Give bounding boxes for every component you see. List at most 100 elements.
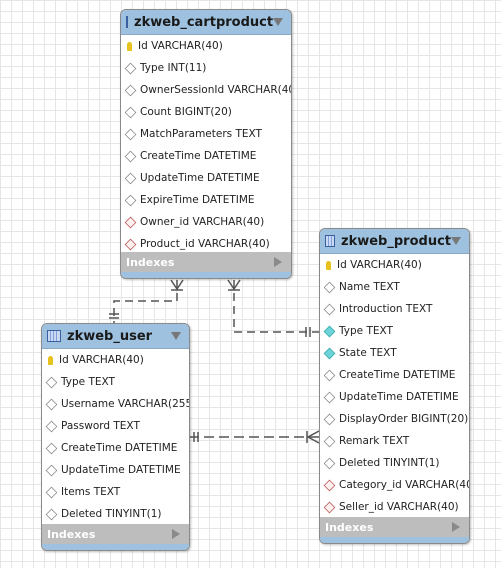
column-label: Type INT(11) xyxy=(140,62,207,74)
column-label: Id VARCHAR(40) xyxy=(138,40,223,52)
column-row[interactable]: Type TEXT xyxy=(320,320,469,342)
column-row[interactable]: Remark TEXT xyxy=(320,430,469,452)
column-icon xyxy=(323,303,336,315)
foreign-key-icon xyxy=(323,479,336,491)
column-icon xyxy=(323,391,336,403)
column-row[interactable]: State TEXT xyxy=(320,342,469,364)
column-label: Deleted TINYINT(1) xyxy=(339,457,440,469)
column-icon xyxy=(323,369,336,381)
column-label: Username VARCHAR(255) xyxy=(61,398,190,410)
column-row[interactable]: Seller_id VARCHAR(40) xyxy=(320,496,469,518)
table-icon xyxy=(126,16,128,28)
column-icon xyxy=(323,413,336,425)
column-icon xyxy=(124,150,137,162)
column-row[interactable]: Id VARCHAR(40) xyxy=(42,349,189,371)
column-row[interactable]: Items TEXT xyxy=(42,481,189,503)
column-label: Password TEXT xyxy=(61,420,140,432)
column-row[interactable]: MatchParameters TEXT xyxy=(121,123,291,145)
column-label: Remark TEXT xyxy=(339,435,410,447)
indexes-section[interactable]: Indexes xyxy=(42,524,189,544)
column-icon xyxy=(124,84,137,96)
column-label: Items TEXT xyxy=(61,486,121,498)
collapse-arrow-icon[interactable] xyxy=(273,18,284,26)
primary-key-icon xyxy=(127,41,132,51)
expand-arrow-icon[interactable] xyxy=(274,257,282,267)
column-row[interactable]: UpdateTime DATETIME xyxy=(42,459,189,481)
column-row[interactable]: Category_id VARCHAR(40) xyxy=(320,474,469,496)
column-icon xyxy=(45,398,58,410)
column-row[interactable]: Type TEXT xyxy=(42,371,189,393)
table-name: zkweb_product xyxy=(341,233,451,249)
column-label: Seller_id VARCHAR(40) xyxy=(339,501,459,513)
column-row[interactable]: OwnerSessionId VARCHAR(40) xyxy=(121,79,291,101)
column-row[interactable]: Name TEXT xyxy=(320,276,469,298)
column-row[interactable]: ExpireTime DATETIME xyxy=(121,189,291,211)
column-icon xyxy=(45,442,58,454)
column-icon xyxy=(323,435,336,447)
column-row[interactable]: Owner_id VARCHAR(40) xyxy=(121,211,291,233)
column-icon xyxy=(45,420,58,432)
column-row[interactable]: Id VARCHAR(40) xyxy=(121,35,291,57)
table-zkweb-product[interactable]: zkweb_product Id VARCHAR(40) Name TEXT I… xyxy=(319,228,470,544)
indexes-section[interactable]: Indexes xyxy=(320,517,469,537)
table-name: zkweb_user xyxy=(67,328,153,344)
collapse-arrow-icon[interactable] xyxy=(171,332,181,340)
column-label: Id VARCHAR(40) xyxy=(337,259,422,271)
one-bar-icon xyxy=(305,327,311,337)
column-label: OwnerSessionId VARCHAR(40) xyxy=(140,84,292,96)
column-label: Introduction TEXT xyxy=(339,303,433,315)
column-label: UpdateTime DATETIME xyxy=(140,172,260,184)
column-row[interactable]: Username VARCHAR(255) xyxy=(42,393,189,415)
column-row[interactable]: Id VARCHAR(40) xyxy=(320,254,469,276)
column-label: Deleted TINYINT(1) xyxy=(61,508,162,520)
column-row[interactable]: Deleted TINYINT(1) xyxy=(42,503,189,525)
column-icon xyxy=(45,376,58,388)
column-label: State TEXT xyxy=(339,347,397,359)
column-row[interactable]: CreateTime DATETIME xyxy=(121,145,291,167)
column-label: Id VARCHAR(40) xyxy=(59,354,144,366)
table-header[interactable]: zkweb_product xyxy=(320,229,469,254)
table-icon xyxy=(325,235,336,247)
column-label: Product_id VARCHAR(40) xyxy=(140,238,270,250)
table-zkweb-user[interactable]: zkweb_user Id VARCHAR(40) Type TEXT User… xyxy=(41,323,190,551)
column-label: ExpireTime DATETIME xyxy=(140,194,255,206)
table-name: zkweb_cartproduct xyxy=(134,14,274,30)
column-label: UpdateTime DATETIME xyxy=(61,464,181,476)
table-footer xyxy=(121,272,291,278)
table-header[interactable]: zkweb_cartproduct xyxy=(121,10,291,35)
indexes-label: Indexes xyxy=(126,255,175,269)
column-label: CreateTime DATETIME xyxy=(339,369,456,381)
column-row[interactable]: CreateTime DATETIME xyxy=(42,437,189,459)
column-label: MatchParameters TEXT xyxy=(140,128,262,140)
expand-arrow-icon[interactable] xyxy=(452,522,460,532)
er-diagram-canvas: zkweb_cartproduct Id VARCHAR(40) Type IN… xyxy=(0,0,501,568)
column-icon xyxy=(124,172,137,184)
column-row[interactable]: UpdateTime DATETIME xyxy=(320,386,469,408)
column-row[interactable]: Introduction TEXT xyxy=(320,298,469,320)
column-label: CreateTime DATETIME xyxy=(140,150,257,162)
table-header[interactable]: zkweb_user xyxy=(42,324,189,349)
expand-arrow-icon[interactable] xyxy=(172,529,180,539)
column-row[interactable]: Deleted TINYINT(1) xyxy=(320,452,469,474)
not-null-column-icon xyxy=(323,347,336,359)
indexes-label: Indexes xyxy=(47,527,96,541)
not-null-column-icon xyxy=(323,325,336,337)
indexes-section[interactable]: Indexes xyxy=(121,252,291,272)
collapse-arrow-icon[interactable] xyxy=(451,237,461,245)
column-label: Count BIGINT(20) xyxy=(140,106,232,118)
column-row[interactable]: CreateTime DATETIME xyxy=(320,364,469,386)
column-label: UpdateTime DATETIME xyxy=(339,391,459,403)
column-row[interactable]: DisplayOrder BIGINT(20) xyxy=(320,408,469,430)
column-icon xyxy=(124,194,137,206)
foreign-key-icon xyxy=(323,501,336,513)
column-label: DisplayOrder BIGINT(20) xyxy=(339,413,469,425)
column-row[interactable]: Type INT(11) xyxy=(121,57,291,79)
column-row[interactable]: Password TEXT xyxy=(42,415,189,437)
column-icon xyxy=(323,281,336,293)
column-icon xyxy=(45,464,58,476)
rel-cartproduct-product xyxy=(233,280,319,333)
table-zkweb-cartproduct[interactable]: zkweb_cartproduct Id VARCHAR(40) Type IN… xyxy=(120,9,292,279)
column-row[interactable]: UpdateTime DATETIME xyxy=(121,167,291,189)
column-row[interactable]: Count BIGINT(20) xyxy=(121,101,291,123)
column-label: Name TEXT xyxy=(339,281,400,293)
